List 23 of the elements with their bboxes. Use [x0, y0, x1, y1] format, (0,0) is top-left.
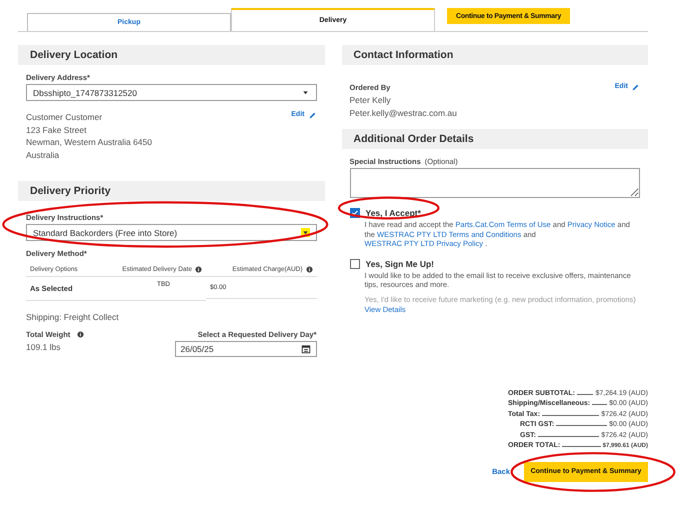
- text-area[interactable]: [350, 168, 640, 198]
- address-line: Australia: [26, 148, 60, 161]
- pencil-icon: [631, 83, 640, 92]
- section-header: Additional Order Details: [342, 129, 648, 149]
- checkbox[interactable]: [350, 258, 360, 268]
- dropdown[interactable]: Dbsshipto_1747873312520: [26, 84, 316, 101]
- calendar-icon: [300, 344, 310, 354]
- checkbox-label: Yes, Sign Me Up!: [366, 258, 434, 268]
- section-header: Delivery Location: [18, 45, 324, 65]
- address-line: Newman, Western Australia 6450: [26, 136, 152, 148]
- address-line: Customer Customer: [26, 111, 104, 124]
- section-header: Contact Information: [342, 45, 648, 65]
- contact-line: Peter Kelly: [350, 94, 392, 106]
- section-header: Delivery Priority: [18, 181, 324, 201]
- weight-value: 109.1 lbs: [26, 340, 62, 354]
- dropdown[interactable]: Standard Backorders (Free into Store): [26, 224, 316, 241]
- pencil-icon: [308, 111, 316, 120]
- address-line: 123 Fake Street: [26, 124, 88, 136]
- shipping-text: Shipping: Freight Collect: [26, 311, 120, 324]
- info-icon: [77, 330, 84, 338]
- checkbox-label: Yes, I Accept*: [366, 208, 421, 218]
- contact-line: Peter.kelly@westrac.com.au: [350, 106, 457, 119]
- date-field[interactable]: 26/05/25: [174, 340, 316, 357]
